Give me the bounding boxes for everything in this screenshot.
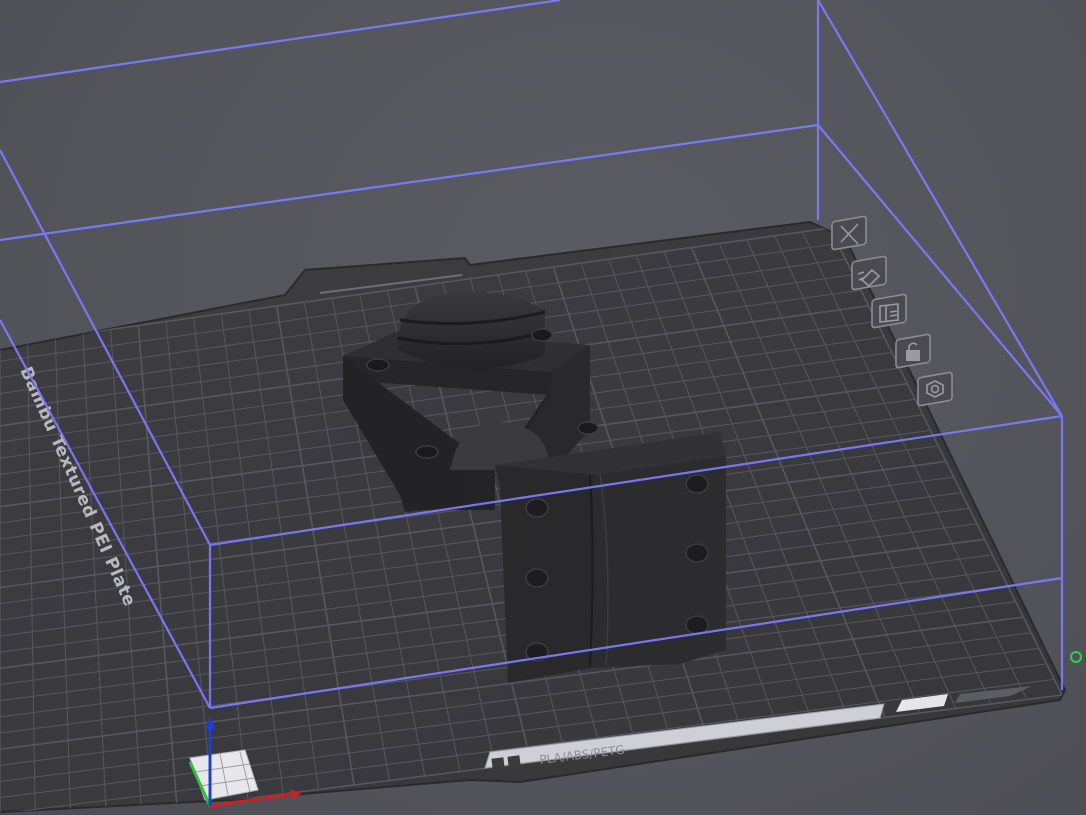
scene-canvas[interactable]: Bambu Textured PEI Plate PLA/ABS/PETG <box>0 0 1086 815</box>
auto-arrange-plate-button[interactable] <box>851 255 887 291</box>
pillow-block-half-flat[interactable] <box>495 432 726 683</box>
plate-corner-marker <box>1070 651 1082 663</box>
3d-viewport[interactable]: Bambu Textured PEI Plate PLA/ABS/PETG <box>0 0 1086 815</box>
plate-settings-button[interactable] <box>917 371 953 407</box>
orient-plate-button[interactable] <box>871 293 907 329</box>
remove-plate-button[interactable] <box>831 215 867 251</box>
lock-plate-button[interactable] <box>895 333 931 369</box>
